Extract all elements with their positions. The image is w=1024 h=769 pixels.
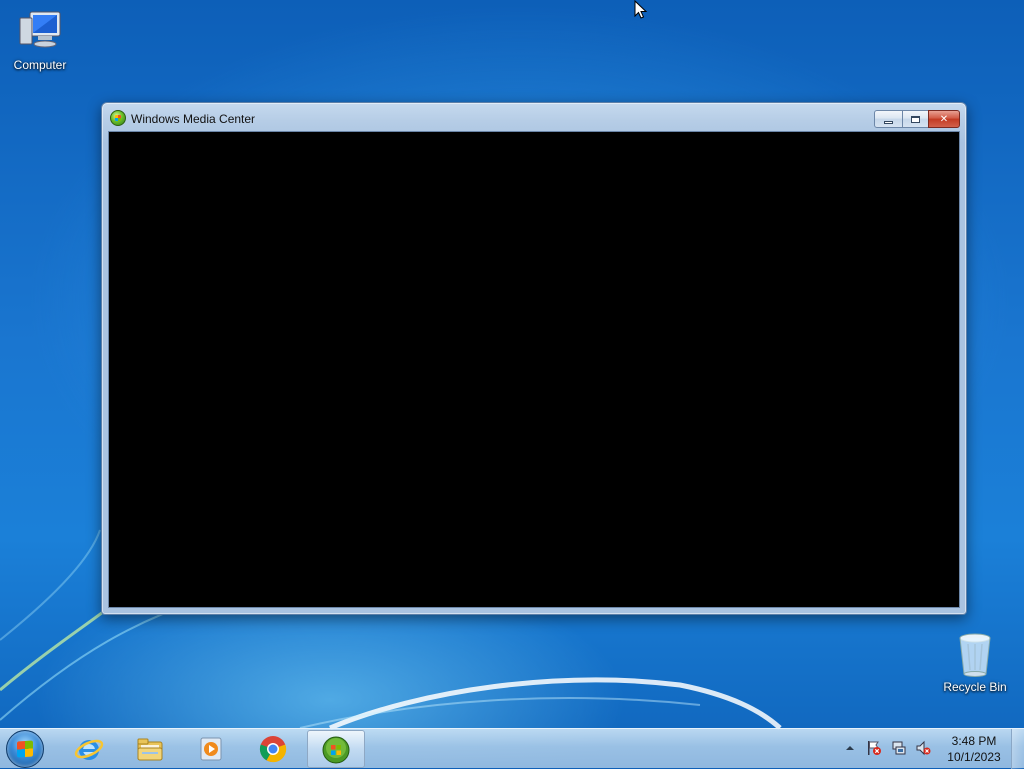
windows-logo-icon xyxy=(17,740,33,758)
caption-buttons: ✕ xyxy=(874,110,960,128)
mouse-cursor-icon xyxy=(634,0,648,19)
clock-date: 10/1/2023 xyxy=(947,750,1001,764)
desktop-icon-label: Recycle Bin xyxy=(943,680,1007,694)
folder-icon xyxy=(137,738,163,761)
window-content-area[interactable] xyxy=(108,131,960,608)
window-titlebar[interactable]: Windows Media Center ✕ xyxy=(102,103,966,131)
desktop-icon-recycle-bin[interactable]: Recycle Bin xyxy=(935,630,1015,694)
maximize-button[interactable] xyxy=(902,110,929,128)
desktop-icon-computer[interactable]: Computer xyxy=(0,8,80,72)
taskbar: 3:48 PM 10/1/2023 xyxy=(0,728,1024,769)
media-player-icon xyxy=(200,737,222,761)
window-title: Windows Media Center xyxy=(131,112,256,126)
recycle-bin-icon xyxy=(951,630,999,678)
close-button[interactable]: ✕ xyxy=(928,110,960,128)
taskbar-item-chrome[interactable] xyxy=(245,730,303,768)
taskbar-item-internet-explorer[interactable] xyxy=(61,730,119,768)
desktop-icon-label: Computer xyxy=(13,58,67,72)
internet-explorer-icon xyxy=(74,739,104,760)
taskbar-item-media-center[interactable] xyxy=(307,730,365,768)
clock-time: 3:48 PM xyxy=(951,734,997,748)
start-button[interactable] xyxy=(6,730,44,768)
network-icon[interactable] xyxy=(891,740,907,756)
close-icon: ✕ xyxy=(939,113,949,125)
minimize-button[interactable] xyxy=(874,110,903,128)
windows-media-center-icon xyxy=(110,110,126,126)
action-center-flag-icon[interactable] xyxy=(866,740,882,756)
show-desktop-button[interactable] xyxy=(1011,729,1024,769)
system-clock[interactable]: 3:48 PM 10/1/2023 xyxy=(936,733,1012,765)
maximize-icon xyxy=(911,115,920,123)
taskbar-item-media-player[interactable] xyxy=(183,730,241,768)
media-center-window: Windows Media Center ✕ xyxy=(101,102,967,615)
computer-icon xyxy=(16,8,64,56)
windows-media-center-icon xyxy=(322,736,350,764)
chrome-icon xyxy=(259,736,287,763)
minimize-icon xyxy=(884,120,893,124)
show-hidden-icons-arrow[interactable] xyxy=(844,742,856,754)
volume-muted-icon[interactable] xyxy=(915,740,931,756)
taskbar-item-windows-explorer[interactable] xyxy=(122,730,180,768)
